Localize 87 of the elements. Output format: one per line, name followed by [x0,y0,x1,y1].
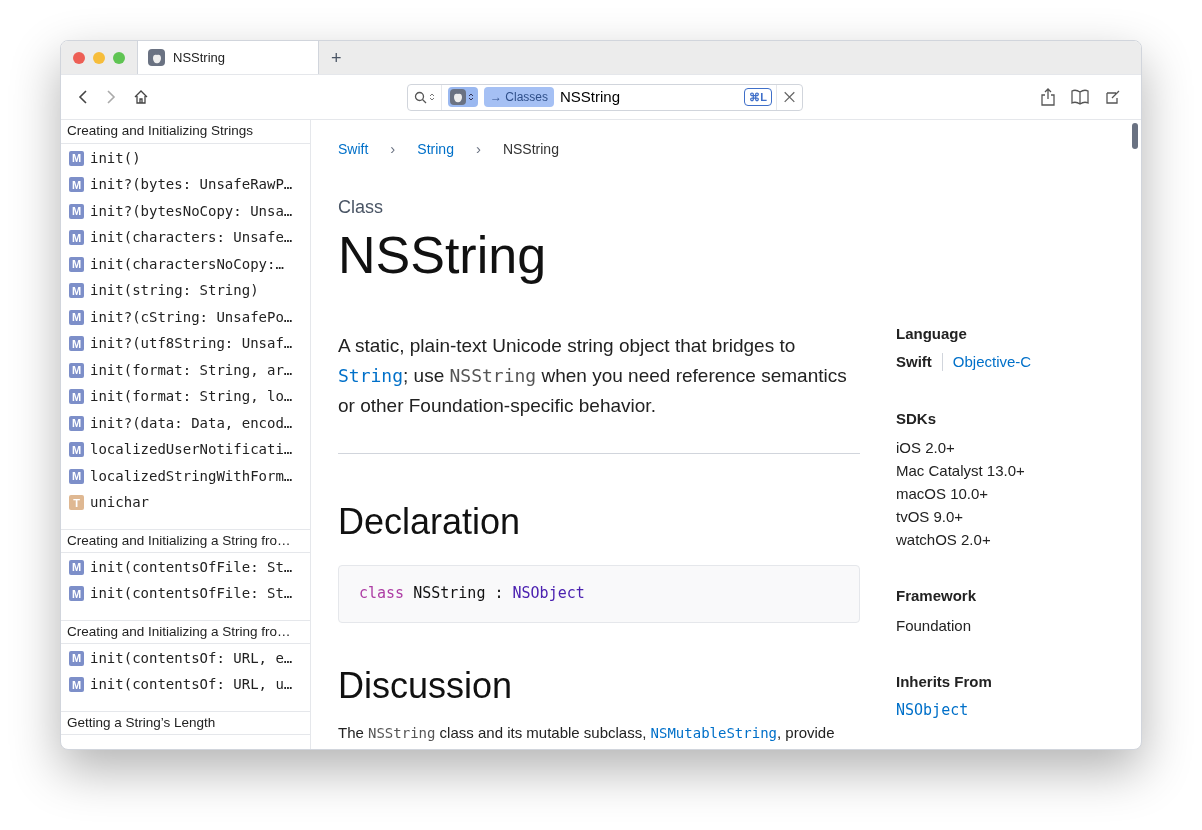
sidebar-item[interactable]: M init(contentsOfFile: St… [61,580,310,607]
language-link[interactable]: Swift [896,351,932,374]
page-title: NSString [338,224,548,285]
symbol-badge: T [69,495,84,511]
book-icon[interactable] [1071,89,1089,105]
tab-title: NSString [173,48,226,67]
section-header: Creating and Initializing Strings [61,120,310,144]
chevron-icon [468,92,474,102]
sidebar-item[interactable]: M init?(bytes: UnsafeRawP… [61,171,310,198]
breadcrumb-current: NSString [502,139,559,159]
language-link[interactable]: Objective-C [952,351,1032,374]
symbol-badge: M [69,230,84,246]
sidebar-item[interactable]: M localizedStringWithForm… [61,463,310,490]
sidebar-item[interactable]: M init?(bytesNoCopy: Unsa… [61,198,310,225]
sidebar-item[interactable]: M init(charactersNoCopy:… [61,251,310,278]
aside-value: watchOS 2.0+ [896,530,992,550]
sidebar-item[interactable]: T unichar [61,489,310,516]
sidebar-item[interactable]: M init(characters: Unsafe… [61,224,310,251]
symbol-badge: M [69,256,84,272]
forward-icon[interactable] [105,89,117,105]
sidebar-item[interactable]: M init(contentsOfFile: St… [61,554,310,581]
symbol-badge: M [69,442,84,458]
sidebar-item[interactable]: M init() [61,145,310,172]
sidebar-item[interactable]: M init?(data: Data, encod… [61,410,310,437]
symbol-badge: M [69,677,84,693]
symbol-badge: M [69,415,84,431]
shortcut-hint: ⌘L [744,88,772,106]
symbol-badge: M [69,150,84,166]
symbol-badge: M [69,586,84,602]
aside-value: Mac Catalyst 13.0+ [896,461,1026,481]
code-link[interactable]: NSObject [896,699,1032,722]
search-field[interactable]: → Classes NSString ⌘L [407,83,803,111]
page-eyebrow: Class [338,195,384,219]
aside-value: tvOS 9.0+ [896,507,965,527]
sidebar-item[interactable]: M init(format: String, ar… [61,357,310,384]
discussion-text: The NSString class and its mutable subclass, NSMutableString, provide [338,722,836,743]
declaration-code: class NSString : NSObject [359,583,585,605]
section-header: Getting a String’s Length [61,711,310,735]
breadcrumb-link[interactable]: String [417,138,454,160]
aside-value: iOS 2.0+ [896,438,956,458]
breadcrumb-link[interactable]: Swift [338,138,369,160]
breadcrumb-separator: › [390,139,396,159]
sidebar-item[interactable]: M init(contentsOf: URL, u… [61,671,310,698]
sidebar-toggle-icon[interactable] [1105,89,1121,105]
symbol-badge: M [69,177,84,193]
new-tab-button[interactable]: + [319,41,354,74]
abstract-text: A static, plain-text Unicode string object that bridges to String; use NSString when you need reference semantics or other Foundation-specific behavior. [338,333,848,418]
browser-tab[interactable]: NSString [137,41,319,74]
home-icon[interactable] [133,89,149,105]
apple-icon [450,89,466,105]
aside-heading: Framework [896,586,978,606]
scrollbar-thumb[interactable] [1132,123,1138,149]
symbol-badge: M [69,362,84,378]
symbol-badge: M [69,389,84,405]
chevron-icon[interactable] [429,92,435,102]
symbol-badge: M [69,468,84,484]
sidebar-item[interactable]: M init(format: String, lo… [61,383,310,410]
symbol-badge: M [69,336,84,352]
sidebar-item[interactable]: M init?(cString: UnsafePo… [61,304,310,331]
symbol-badge: M [69,650,84,666]
scope-token[interactable]: → Classes [484,87,554,107]
section-header: Creating and Initializing a String fro… [61,620,310,644]
aside-heading: SDKs [896,408,937,429]
symbol-badge: M [69,283,84,299]
symbol-badge: M [69,203,84,219]
aside-heading: Language [896,323,968,344]
sidebar-item[interactable]: M init(contentsOf: URL, e… [61,645,310,672]
breadcrumb-separator: › [475,139,481,159]
back-icon[interactable] [77,89,89,105]
search-icon[interactable] [414,90,427,104]
share-icon[interactable] [1041,88,1055,106]
section-header: Creating and Initializing a String fro… [61,529,310,553]
symbol-badge: M [69,559,84,575]
sidebar-item[interactable]: M localizedUserNotificati… [61,436,310,463]
section-heading: Discussion [338,663,514,708]
apple-icon [148,49,165,66]
platform-selector[interactable] [448,87,478,107]
aside-value: Foundation [896,615,973,636]
close-button[interactable] [73,51,85,64]
section-heading: Declaration [338,499,522,544]
sidebar-item[interactable]: M init(string: String) [61,277,310,304]
symbol-badge: M [69,309,84,325]
code-link[interactable]: NSMutableString [650,724,777,741]
aside-heading: Inherits From [896,671,993,692]
code-link[interactable]: String [338,364,404,386]
sidebar-item[interactable]: M init?(utf8String: Unsaf… [61,330,310,357]
aside-value: macOS 10.0+ [896,484,990,504]
